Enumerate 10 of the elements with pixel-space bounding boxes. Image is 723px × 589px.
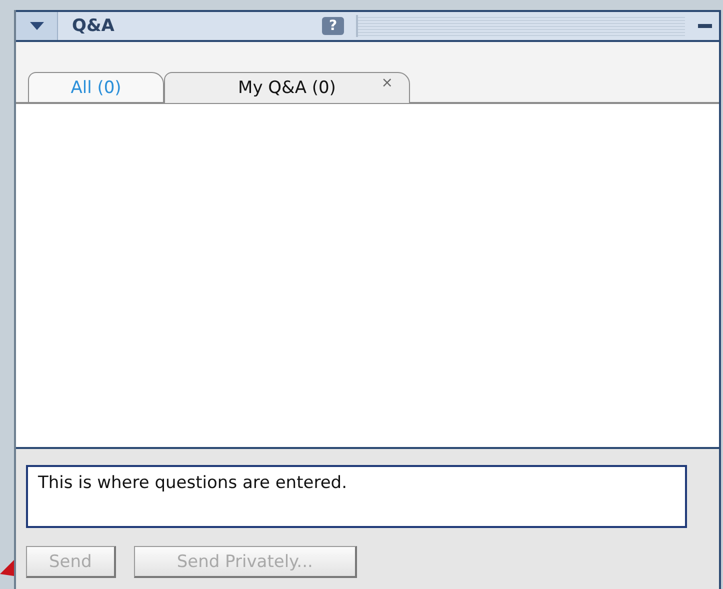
minus-icon [698, 24, 712, 28]
close-icon[interactable]: × [381, 75, 393, 91]
caret-icon [30, 22, 44, 30]
dropdown-button[interactable] [16, 12, 58, 40]
help-button[interactable]: ? [322, 17, 344, 35]
pointer-arrow-icon [0, 560, 14, 576]
tab[interactable]: My Q&A (0) × [164, 72, 410, 104]
question-field[interactable]: This is where questions are entered. [26, 465, 687, 528]
panel-title: Q&A [72, 16, 116, 36]
tab[interactable]: All (0) [28, 72, 164, 102]
